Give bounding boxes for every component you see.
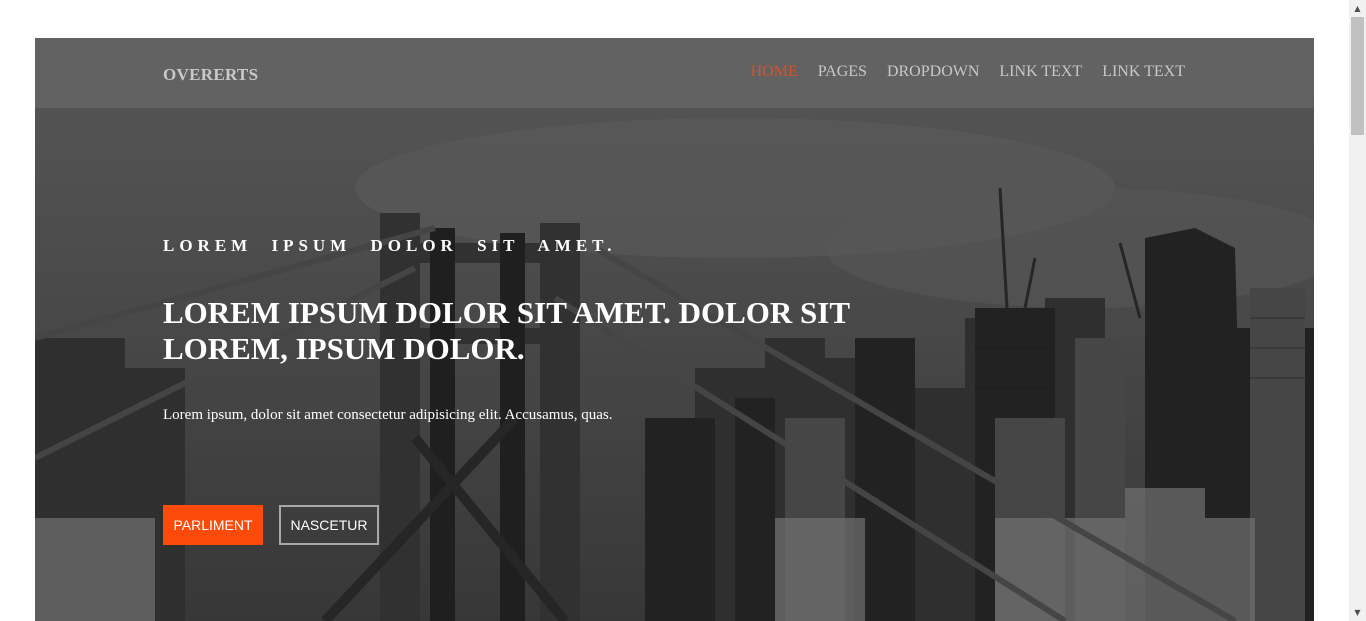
vertical-scrollbar[interactable]: ▲ ▼ xyxy=(1349,0,1366,621)
top-navbar: OVERERTS HOME PAGES DROPDOWN LINK TEXT L… xyxy=(35,38,1314,108)
nav-link-dropdown[interactable]: DROPDOWN xyxy=(887,63,979,81)
nav-link-home[interactable]: HOME xyxy=(751,63,798,81)
scroll-thumb[interactable] xyxy=(1351,17,1364,135)
page: OVERERTS HOME PAGES DROPDOWN LINK TEXT L… xyxy=(0,0,1366,621)
brand-logo[interactable]: OVERERTS xyxy=(163,65,258,85)
hero-eyebrow: LOREM IPSUM DOLOR SIT AMET. xyxy=(163,236,617,255)
parliment-button[interactable]: PARLIMENT xyxy=(163,505,263,545)
scroll-up-arrow-icon[interactable]: ▲ xyxy=(1349,0,1366,17)
hero-section: OVERERTS HOME PAGES DROPDOWN LINK TEXT L… xyxy=(35,38,1314,621)
hero-headline: LOREM IPSUM DOLOR SIT AMET. DOLOR SIT LO… xyxy=(163,295,850,366)
nav-links: HOME PAGES DROPDOWN LINK TEXT LINK TEXT xyxy=(751,63,1185,81)
nav-link-link-text-2[interactable]: LINK TEXT xyxy=(1102,63,1185,81)
hero-lead-text: Lorem ipsum, dolor sit amet consectetur … xyxy=(163,407,613,423)
scroll-down-arrow-icon[interactable]: ▼ xyxy=(1349,604,1366,621)
nav-link-pages[interactable]: PAGES xyxy=(818,63,867,81)
nascetur-button[interactable]: NASCETUR xyxy=(279,505,379,545)
nav-link-link-text-1[interactable]: LINK TEXT xyxy=(999,63,1082,81)
